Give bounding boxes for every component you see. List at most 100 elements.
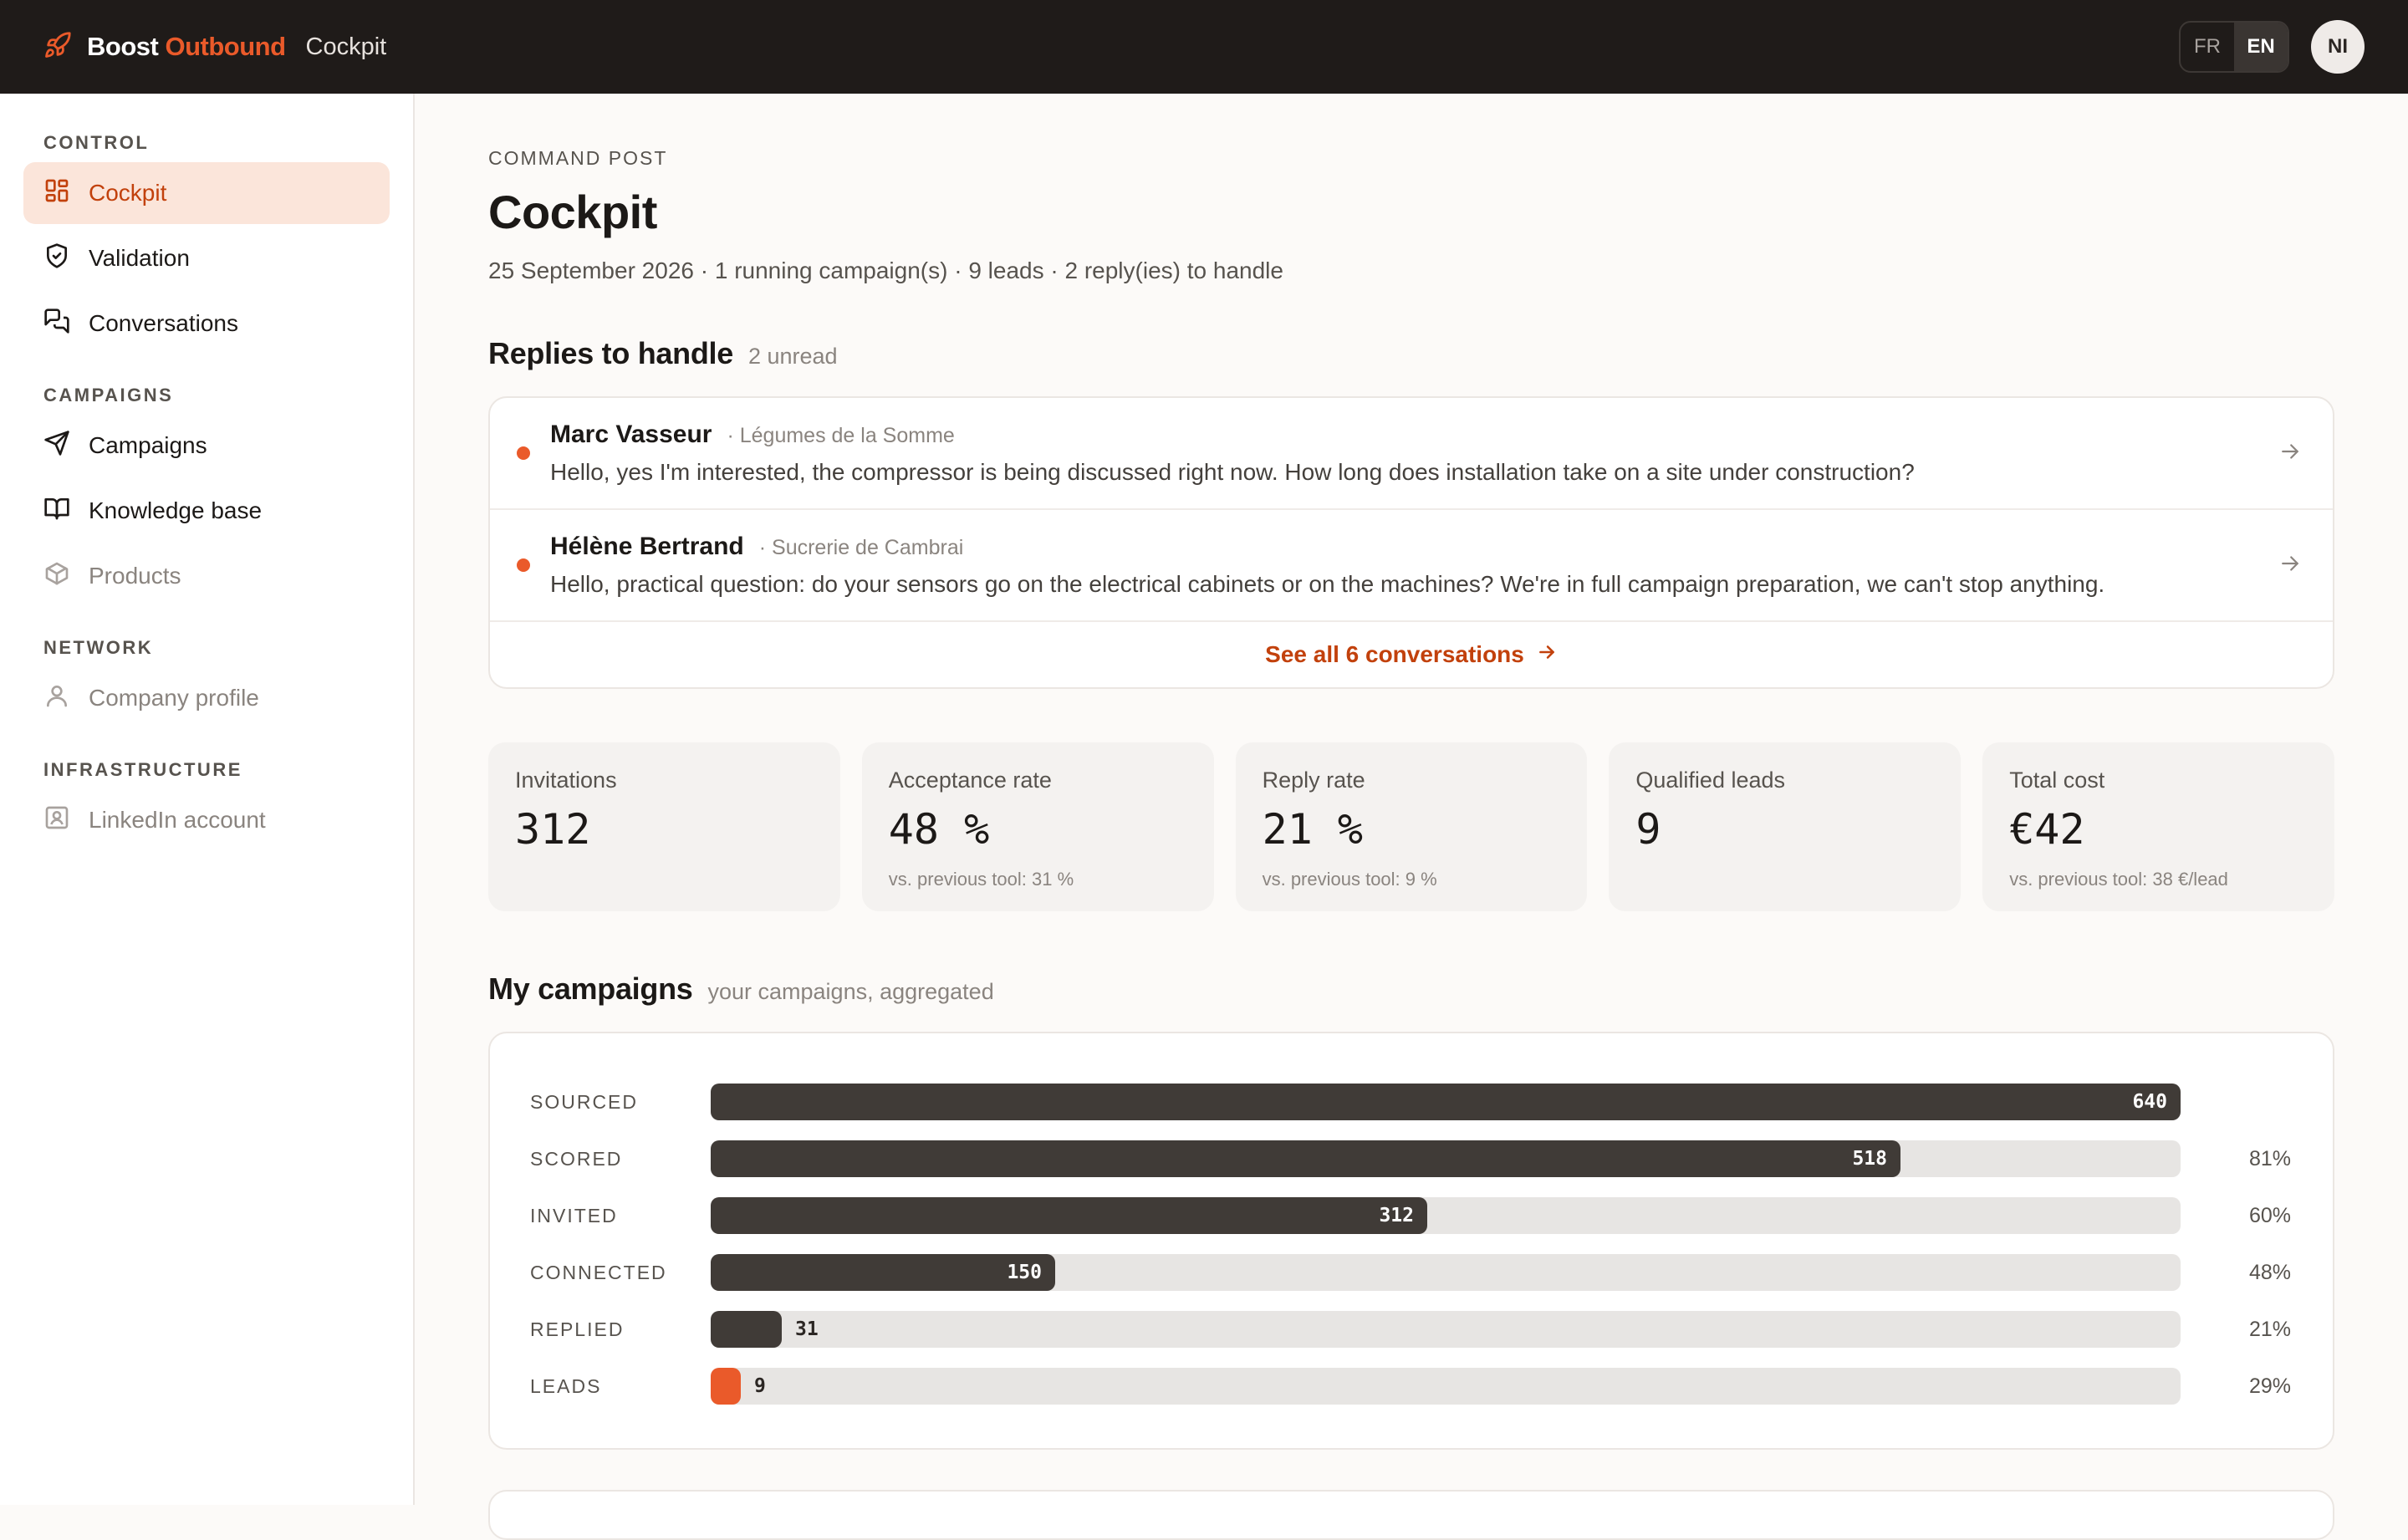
sidebar: CONTROL Cockpit Validation Conversations… bbox=[0, 94, 415, 1505]
kpi-comparison: vs. previous tool: 38 €/lead bbox=[2009, 869, 2228, 890]
reply-sender-name: Marc Vasseur bbox=[550, 421, 712, 448]
funnel-bar-track: 150 bbox=[711, 1254, 2181, 1291]
reply-body: Marc Vasseur · Légumes de la Somme Hello… bbox=[550, 421, 2278, 486]
reply-header: Marc Vasseur · Légumes de la Somme bbox=[550, 421, 2278, 449]
sidebar-item-company-profile[interactable]: Company profile bbox=[23, 667, 390, 729]
campaigns-subtitle: your campaigns, aggregated bbox=[707, 979, 994, 1004]
page-subtitle: 25 September 2026 · 1 running campaign(s… bbox=[488, 258, 1283, 283]
id-card-icon bbox=[43, 804, 70, 837]
next-section-card bbox=[488, 1490, 2334, 1540]
funnel-bar-value: 640 bbox=[2132, 1091, 2167, 1113]
funnel-bar-track: 312 bbox=[711, 1197, 2181, 1234]
dashboard-icon bbox=[43, 177, 70, 210]
page-title: Cockpit bbox=[488, 186, 657, 238]
funnel-bar-value: 518 bbox=[1852, 1148, 1887, 1170]
funnel-bar-track: 518 bbox=[711, 1140, 2181, 1177]
lang-fr-button[interactable]: FR bbox=[2181, 23, 2234, 71]
funnel-row-invited: INVITED 312 60% bbox=[530, 1187, 2293, 1244]
funnel-stage-label: CONNECTED bbox=[530, 1261, 667, 1283]
sidebar-item-knowledge-base[interactable]: Knowledge base bbox=[23, 480, 390, 542]
sidebar-section-infrastructure: INFRASTRUCTURE bbox=[43, 759, 242, 780]
sidebar-item-conversations[interactable]: Conversations bbox=[23, 293, 390, 354]
reply-item[interactable]: Marc Vasseur · Légumes de la Somme Hello… bbox=[490, 398, 2333, 510]
reply-sender-name: Hélène Bertrand bbox=[550, 533, 744, 560]
kpi-label: Reply rate bbox=[1262, 767, 1365, 793]
funnel-bar bbox=[711, 1311, 782, 1348]
kpi-label: Qualified leads bbox=[1635, 767, 1786, 793]
brand-name: Boost Outbound bbox=[87, 32, 286, 62]
sidebar-item-label: LinkedIn account bbox=[89, 807, 266, 833]
brand-name-part2: Outbound bbox=[165, 32, 286, 61]
campaign-funnel: SOURCED 640 SCORED 518 81% INVITED 312 60% CONNE… bbox=[530, 1073, 2293, 1415]
funnel-stage-label: LEADS bbox=[530, 1374, 602, 1397]
lang-en-button[interactable]: EN bbox=[2234, 23, 2288, 71]
funnel-bar bbox=[711, 1140, 1900, 1177]
kpi-card-invitations: Invitations 312 bbox=[488, 742, 840, 911]
funnel-stage-label: SCORED bbox=[530, 1147, 623, 1170]
page-eyebrow: COMMAND POST bbox=[488, 147, 668, 169]
unread-dot-icon bbox=[517, 446, 530, 460]
sidebar-item-label: Cockpit bbox=[89, 180, 167, 206]
shield-check-icon bbox=[43, 242, 70, 275]
sidebar-item-products[interactable]: Products bbox=[23, 545, 390, 607]
funnel-bar-value: 150 bbox=[1007, 1262, 1042, 1283]
box-icon bbox=[43, 560, 70, 593]
sidebar-item-label: Campaigns bbox=[89, 432, 207, 458]
kpi-value: 312 bbox=[515, 805, 591, 854]
sidebar-item-campaigns[interactable]: Campaigns bbox=[23, 415, 390, 477]
sidebar-item-linkedin-account[interactable]: LinkedIn account bbox=[23, 789, 390, 851]
reply-message: Hello, yes I'm interested, the compresso… bbox=[550, 459, 1915, 485]
sidebar-section-network: NETWORK bbox=[43, 637, 154, 658]
top-bar: Boost Outbound Cockpit FR EN NI bbox=[0, 0, 2408, 94]
funnel-row-replied: REPLIED 31 21% bbox=[530, 1301, 2293, 1358]
funnel-conversion-pct: 81% bbox=[2248, 1146, 2291, 1170]
funnel-bar-value: 31 bbox=[795, 1318, 819, 1340]
brand-name-part1: Boost bbox=[87, 32, 159, 61]
funnel-conversion-pct: 60% bbox=[2248, 1203, 2291, 1227]
kpi-value: 21 % bbox=[1262, 805, 1364, 854]
funnel-bar bbox=[711, 1197, 1427, 1234]
reply-item[interactable]: Hélène Bertrand · Sucrerie de Cambrai He… bbox=[490, 510, 2333, 622]
brand-logo[interactable]: Boost Outbound bbox=[43, 31, 286, 64]
replies-unread-count: 2 unread bbox=[747, 344, 838, 369]
kpi-card-total-cost: Total cost €42 vs. previous tool: 38 €/l… bbox=[1982, 742, 2334, 911]
sidebar-item-label: Knowledge base bbox=[89, 497, 263, 523]
kpi-row: Invitations 312 Acceptance rate 48 % vs.… bbox=[488, 742, 2334, 911]
topbar-right: FR EN NI bbox=[2179, 20, 2365, 74]
arrow-right-icon[interactable] bbox=[2278, 551, 2303, 580]
kpi-comparison: vs. previous tool: 31 % bbox=[888, 869, 1074, 890]
funnel-bar bbox=[711, 1084, 2181, 1120]
main-content: COMMAND POST Cockpit 25 September 2026 ·… bbox=[488, 94, 2334, 1450]
rocket-icon bbox=[43, 31, 72, 64]
see-all-conversations-link[interactable]: See all 6 conversations bbox=[490, 622, 2333, 687]
user-icon bbox=[43, 682, 70, 715]
sidebar-item-label: Validation bbox=[89, 245, 190, 271]
reply-company: · Sucrerie de Cambrai bbox=[758, 536, 964, 559]
unread-dot-icon bbox=[517, 558, 530, 572]
sidebar-section-campaigns: CAMPAIGNS bbox=[43, 385, 174, 405]
sidebar-item-label: Products bbox=[89, 563, 181, 589]
kpi-comparison: vs. previous tool: 9 % bbox=[1262, 869, 1437, 890]
kpi-value: €42 bbox=[2009, 805, 2085, 854]
sidebar-item-cockpit[interactable]: Cockpit bbox=[23, 162, 390, 224]
reply-company: · Légumes de la Somme bbox=[727, 424, 955, 447]
campaigns-section-header: My campaigns your campaigns, aggregated bbox=[488, 971, 2334, 1007]
replies-section-header: Replies to handle 2 unread bbox=[488, 336, 2334, 371]
kpi-label: Total cost bbox=[2009, 767, 2105, 793]
reply-message: Hello, practical question: do your senso… bbox=[550, 571, 2105, 597]
funnel-stage-label: SOURCED bbox=[530, 1090, 639, 1113]
send-icon bbox=[43, 430, 70, 462]
funnel-conversion-pct: 48% bbox=[2248, 1260, 2291, 1284]
funnel-row-sourced: SOURCED 640 bbox=[530, 1073, 2293, 1130]
funnel-bar bbox=[711, 1254, 1055, 1291]
funnel-conversion-pct: 29% bbox=[2248, 1374, 2291, 1398]
user-avatar[interactable]: NI bbox=[2311, 20, 2365, 74]
kpi-card-qualified-leads: Qualified leads 9 bbox=[1609, 742, 1962, 911]
arrow-right-icon[interactable] bbox=[2278, 439, 2303, 468]
reply-body: Hélène Bertrand · Sucrerie de Cambrai He… bbox=[550, 533, 2278, 598]
funnel-row-connected: CONNECTED 150 48% bbox=[530, 1244, 2293, 1301]
arrow-right-icon bbox=[1536, 641, 1558, 669]
kpi-card-reply-rate: Reply rate 21 % vs. previous tool: 9 % bbox=[1235, 742, 1588, 911]
sidebar-item-validation[interactable]: Validation bbox=[23, 227, 390, 289]
funnel-bar-track: 640 bbox=[711, 1084, 2181, 1120]
